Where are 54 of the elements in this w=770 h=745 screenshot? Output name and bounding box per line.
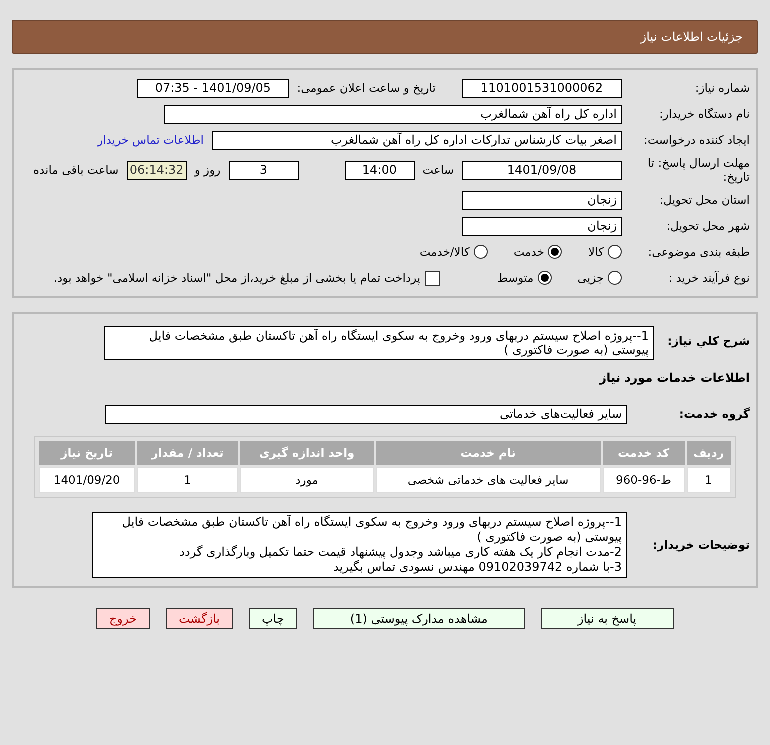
table-cell: 1401/09/20	[39, 467, 136, 493]
text-field[interactable]: 1401/09/08	[462, 160, 622, 180]
buyer-contact-link[interactable]: اطلاعات تماس خریدار	[97, 133, 204, 147]
action-button[interactable]: پاسخ به نیاز	[540, 608, 674, 629]
text-field[interactable]: اداره کل راه آهن شمالغرب	[164, 104, 622, 124]
payment-checkbox[interactable]: پرداخت تمام یا بخشی از مبلغ خرید،از محل "اسناد خزانه اسلامی" خواهد بود.	[54, 270, 440, 286]
table-cell: 1	[686, 467, 731, 493]
text-field[interactable]: 1101001531000062	[462, 78, 622, 98]
field-label: طبقه بندی موضوعی:	[647, 245, 750, 259]
column-header: کد خدمت	[603, 441, 684, 465]
field-label: نام دستگاه خریدار:	[658, 107, 750, 121]
radio-option[interactable]: کالا/خدمت	[420, 245, 488, 259]
radio-option[interactable]: خدمت	[514, 245, 562, 259]
field-label: تاریخ و ساعت اعلان عمومی:	[297, 81, 436, 95]
radio-option[interactable]: متوسط	[498, 271, 552, 285]
text-field[interactable]: 14:00	[344, 160, 415, 180]
column-header: ردیف	[686, 441, 731, 465]
text-field[interactable]: 3	[228, 160, 299, 180]
field-label: مهلت ارسال پاسخ: تا تاریخ:	[646, 156, 750, 184]
action-button[interactable]: چاپ	[249, 608, 298, 629]
field-label: استان محل تحویل:	[658, 193, 750, 207]
buyer-notes-text: 1--پروژه اصلاح سیستم دربهای ورود وخروج به سکوی ایستگاه راه آهن تاکستان طبق مشخصات فایل پیوستی (به صورت فاکتوری ) 2-مدت انجام کار یک هفته کاری میباشد وجدول پیشنهاد قیمت حتما تکمیل وبارگذاری گردد 3-با شماره 09102039742 مهندس نسودی تماس بگیرید	[92, 512, 627, 578]
field-label: توضیحات خریدار:	[652, 538, 750, 552]
text-field[interactable]: سایر فعالیت‌های خدماتی	[105, 404, 627, 424]
field-label: شهر محل تحویل:	[666, 219, 750, 233]
table-cell: مورد	[240, 467, 374, 493]
field-label: شرح كلي نياز:	[666, 333, 750, 348]
countdown-field: 06:14:32	[126, 160, 187, 180]
page-header: جزئیات اطلاعات نیاز	[12, 20, 758, 54]
action-button[interactable]: خروج	[96, 608, 150, 629]
radio-option[interactable]: کالا	[588, 245, 622, 259]
text-field[interactable]: زنجان	[462, 190, 622, 210]
summary-text: 1--پروژه اصلاح سیستم دربهای ورود وخروج به سکوی ایستگاه راه آهن تاکستان طبق مشخصات فایل پیوستی (به صورت فاکتوری )	[104, 326, 654, 360]
radio-option[interactable]: جزیی	[578, 271, 622, 285]
field-label: ساعت باقی مانده	[34, 163, 119, 177]
field-label: گروه خدمت:	[678, 407, 750, 421]
table-cell: ط-96-960	[603, 467, 684, 493]
table-cell: 1	[137, 467, 238, 493]
action-button[interactable]: مشاهده مدارک پیوستی (1)	[313, 608, 525, 629]
text-field[interactable]: زنجان	[462, 216, 622, 236]
text-field[interactable]: اصغر بیات کارشناس تدارکات اداره کل راه آهن شمالغرب	[212, 130, 622, 150]
field-label: روز و	[194, 163, 221, 177]
text-field[interactable]: 1401/09/05 - 07:35	[137, 78, 290, 98]
action-button[interactable]: بازگشت	[166, 608, 233, 629]
table-cell: سایر فعالیت های خدماتی شخصی	[376, 467, 602, 493]
field-label: نوع فرآیند خرید :	[668, 271, 750, 285]
column-header: واحد اندازه گیری	[240, 441, 374, 465]
field-label: ایجاد کننده درخواست:	[643, 133, 750, 147]
field-label: شماره نیاز:	[694, 81, 750, 95]
section-title: اطلاعات خدمات مورد نیاز	[600, 371, 750, 385]
column-header: تاریخ نیاز	[39, 441, 136, 465]
column-header: تعداد / مقدار	[137, 441, 238, 465]
field-label: ساعت	[422, 163, 454, 177]
column-header: نام خدمت	[376, 441, 602, 465]
